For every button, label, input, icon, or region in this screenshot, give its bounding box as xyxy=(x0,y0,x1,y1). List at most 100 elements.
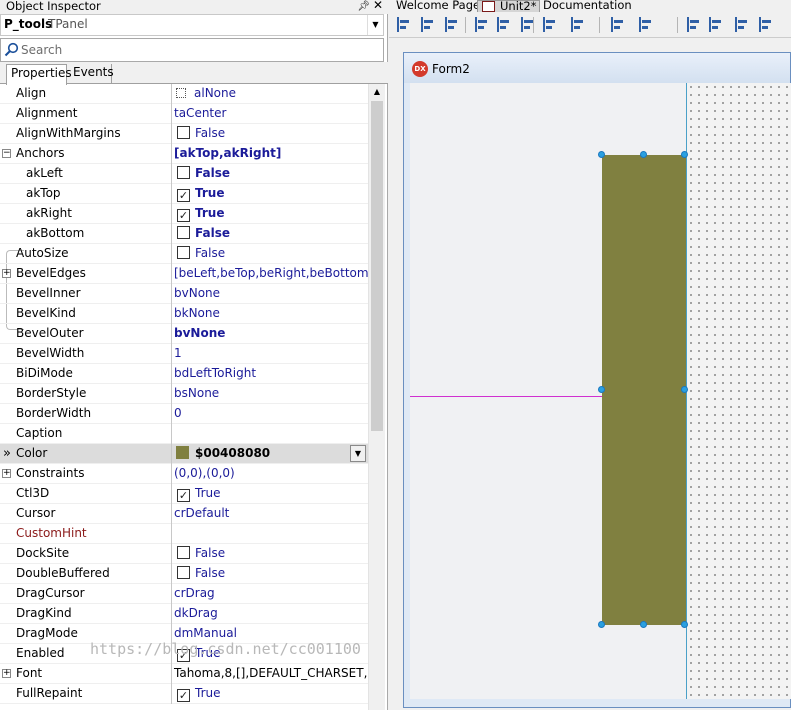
expand-icon[interactable]: + xyxy=(2,269,11,278)
align-right-icon[interactable] xyxy=(443,16,460,33)
property-row[interactable]: BevelInner bvNone xyxy=(0,284,368,304)
chevron-down-icon[interactable]: ▼ xyxy=(350,445,366,462)
inspector-scrollbar[interactable]: ▲ xyxy=(368,84,385,710)
property-value[interactable] xyxy=(171,424,368,444)
resize-handle[interactable] xyxy=(640,621,647,628)
property-value[interactable]: ▼ $00408080 xyxy=(171,444,368,464)
collapse-icon[interactable]: − xyxy=(2,149,11,158)
send-back-icon[interactable] xyxy=(733,16,750,33)
expand-icon[interactable]: + xyxy=(2,469,11,478)
property-value[interactable]: (0,0),(0,0) xyxy=(171,464,368,484)
property-value[interactable]: taCenter xyxy=(171,104,368,124)
property-value[interactable]: Tahoma,8,[],DEFAULT_CHARSET,clW xyxy=(171,664,368,684)
property-row[interactable]: FullRepaint ✓ True xyxy=(0,684,368,704)
property-row[interactable]: » Color ▼ $00408080 xyxy=(0,444,368,464)
checkbox-unchecked-icon[interactable] xyxy=(177,546,190,559)
property-value[interactable]: dkDrag xyxy=(171,604,368,624)
property-row[interactable]: Caption xyxy=(0,424,368,444)
property-row[interactable]: BevelKind bkNone xyxy=(0,304,368,324)
align-centers-icon[interactable] xyxy=(419,16,436,33)
resize-handle[interactable] xyxy=(640,151,647,158)
resize-handle[interactable] xyxy=(598,386,605,393)
space-equally-h-icon[interactable] xyxy=(541,16,558,33)
property-value[interactable] xyxy=(171,524,368,544)
property-value[interactable]: bdLeftToRight xyxy=(171,364,368,384)
checkbox-checked-icon[interactable]: ✓ xyxy=(177,189,190,202)
checkbox-unchecked-icon[interactable] xyxy=(177,166,190,179)
expand-icon[interactable]: + xyxy=(2,669,11,678)
resize-handle[interactable] xyxy=(598,151,605,158)
property-value[interactable]: [akTop,akRight] xyxy=(171,144,368,164)
size-icon[interactable] xyxy=(757,16,774,33)
property-row[interactable]: + Font Tahoma,8,[],DEFAULT_CHARSET,clW xyxy=(0,664,368,684)
property-row[interactable]: BevelOuter bvNone xyxy=(0,324,368,344)
form-window[interactable]: DX Form2 xyxy=(403,52,791,708)
property-value[interactable]: False xyxy=(171,244,368,264)
resize-handle[interactable] xyxy=(598,621,605,628)
pin-icon[interactable]: 📌︎ xyxy=(357,0,370,13)
align-left-icon[interactable] xyxy=(395,16,412,33)
property-value[interactable]: ✓ True xyxy=(171,484,368,504)
property-row[interactable]: + Constraints (0,0),(0,0) xyxy=(0,464,368,484)
property-row[interactable]: − Anchors [akTop,akRight] xyxy=(0,144,368,164)
property-row[interactable]: BorderWidth 0 xyxy=(0,404,368,424)
property-value[interactable]: False xyxy=(171,224,368,244)
selected-panel[interactable] xyxy=(602,155,686,625)
property-row[interactable]: BorderStyle bsNone xyxy=(0,384,368,404)
property-value[interactable]: alNone xyxy=(171,84,368,104)
checkbox-checked-icon[interactable]: ✓ xyxy=(177,489,190,502)
tab-documentation[interactable]: Documentation xyxy=(540,0,635,12)
property-row[interactable]: DragCursor crDrag xyxy=(0,584,368,604)
property-row[interactable]: akBottom False xyxy=(0,224,368,244)
property-value[interactable]: bvNone xyxy=(171,324,368,344)
property-row[interactable]: akTop ✓ True xyxy=(0,184,368,204)
property-row[interactable]: AutoSize False xyxy=(0,244,368,264)
checkbox-unchecked-icon[interactable] xyxy=(177,246,190,259)
space-equally-v-icon[interactable] xyxy=(609,16,626,33)
property-row[interactable]: BevelWidth 1 xyxy=(0,344,368,364)
checkbox-unchecked-icon[interactable] xyxy=(177,226,190,239)
property-row[interactable]: DragKind dkDrag xyxy=(0,604,368,624)
property-row[interactable]: Align alNone xyxy=(0,84,368,104)
checkbox-unchecked-icon[interactable] xyxy=(177,566,190,579)
object-selector[interactable]: P_tools TPanel ▼ xyxy=(0,14,384,36)
checkbox-unchecked-icon[interactable] xyxy=(177,126,190,139)
property-value[interactable]: crDrag xyxy=(171,584,368,604)
property-row[interactable]: akRight ✓ True xyxy=(0,204,368,224)
property-row[interactable]: akLeft False xyxy=(0,164,368,184)
resize-handle[interactable] xyxy=(681,151,688,158)
align-middle-icon[interactable] xyxy=(495,16,512,33)
align-grid-icon[interactable] xyxy=(685,16,702,33)
property-row[interactable]: Alignment taCenter xyxy=(0,104,368,124)
property-value[interactable]: 0 xyxy=(171,404,368,424)
scroll-up-icon[interactable]: ▲ xyxy=(369,84,385,100)
search-input[interactable]: Search xyxy=(0,38,384,62)
property-row[interactable]: AlignWithMargins False xyxy=(0,124,368,144)
bring-front-icon[interactable] xyxy=(707,16,724,33)
tab-welcome-page[interactable]: Welcome Page xyxy=(393,0,483,12)
scrollbar-thumb[interactable] xyxy=(371,101,383,431)
align-top-icon[interactable] xyxy=(473,16,490,33)
property-value[interactable]: False xyxy=(171,564,368,584)
property-row[interactable]: Cursor crDefault xyxy=(0,504,368,524)
property-value[interactable]: bsNone xyxy=(171,384,368,404)
form-client-area[interactable] xyxy=(410,83,791,699)
tab-properties[interactable]: Properties xyxy=(6,64,72,85)
checkbox-checked-icon[interactable]: ✓ xyxy=(177,689,190,702)
property-value[interactable]: False xyxy=(171,544,368,564)
property-row[interactable]: DockSite False xyxy=(0,544,368,564)
property-value[interactable]: 1 xyxy=(171,344,368,364)
property-row[interactable]: + BevelEdges [beLeft,beTop,beRight,beBotto… xyxy=(0,264,368,284)
property-value[interactable]: ✓ True xyxy=(171,204,368,224)
resize-handle[interactable] xyxy=(681,621,688,628)
property-row[interactable]: DoubleBuffered False xyxy=(0,564,368,584)
property-value[interactable]: crDefault xyxy=(171,504,368,524)
center-v-icon[interactable] xyxy=(637,16,654,33)
property-row[interactable]: BiDiMode bdLeftToRight xyxy=(0,364,368,384)
property-value[interactable]: [beLeft,beTop,beRight,beBottom] xyxy=(171,264,368,284)
property-value[interactable]: ✓ True xyxy=(171,684,368,704)
property-value[interactable]: False xyxy=(171,124,368,144)
center-h-icon[interactable] xyxy=(569,16,586,33)
tab-unit2[interactable]: Unit2* xyxy=(477,0,541,12)
property-row[interactable]: CustomHint xyxy=(0,524,368,544)
